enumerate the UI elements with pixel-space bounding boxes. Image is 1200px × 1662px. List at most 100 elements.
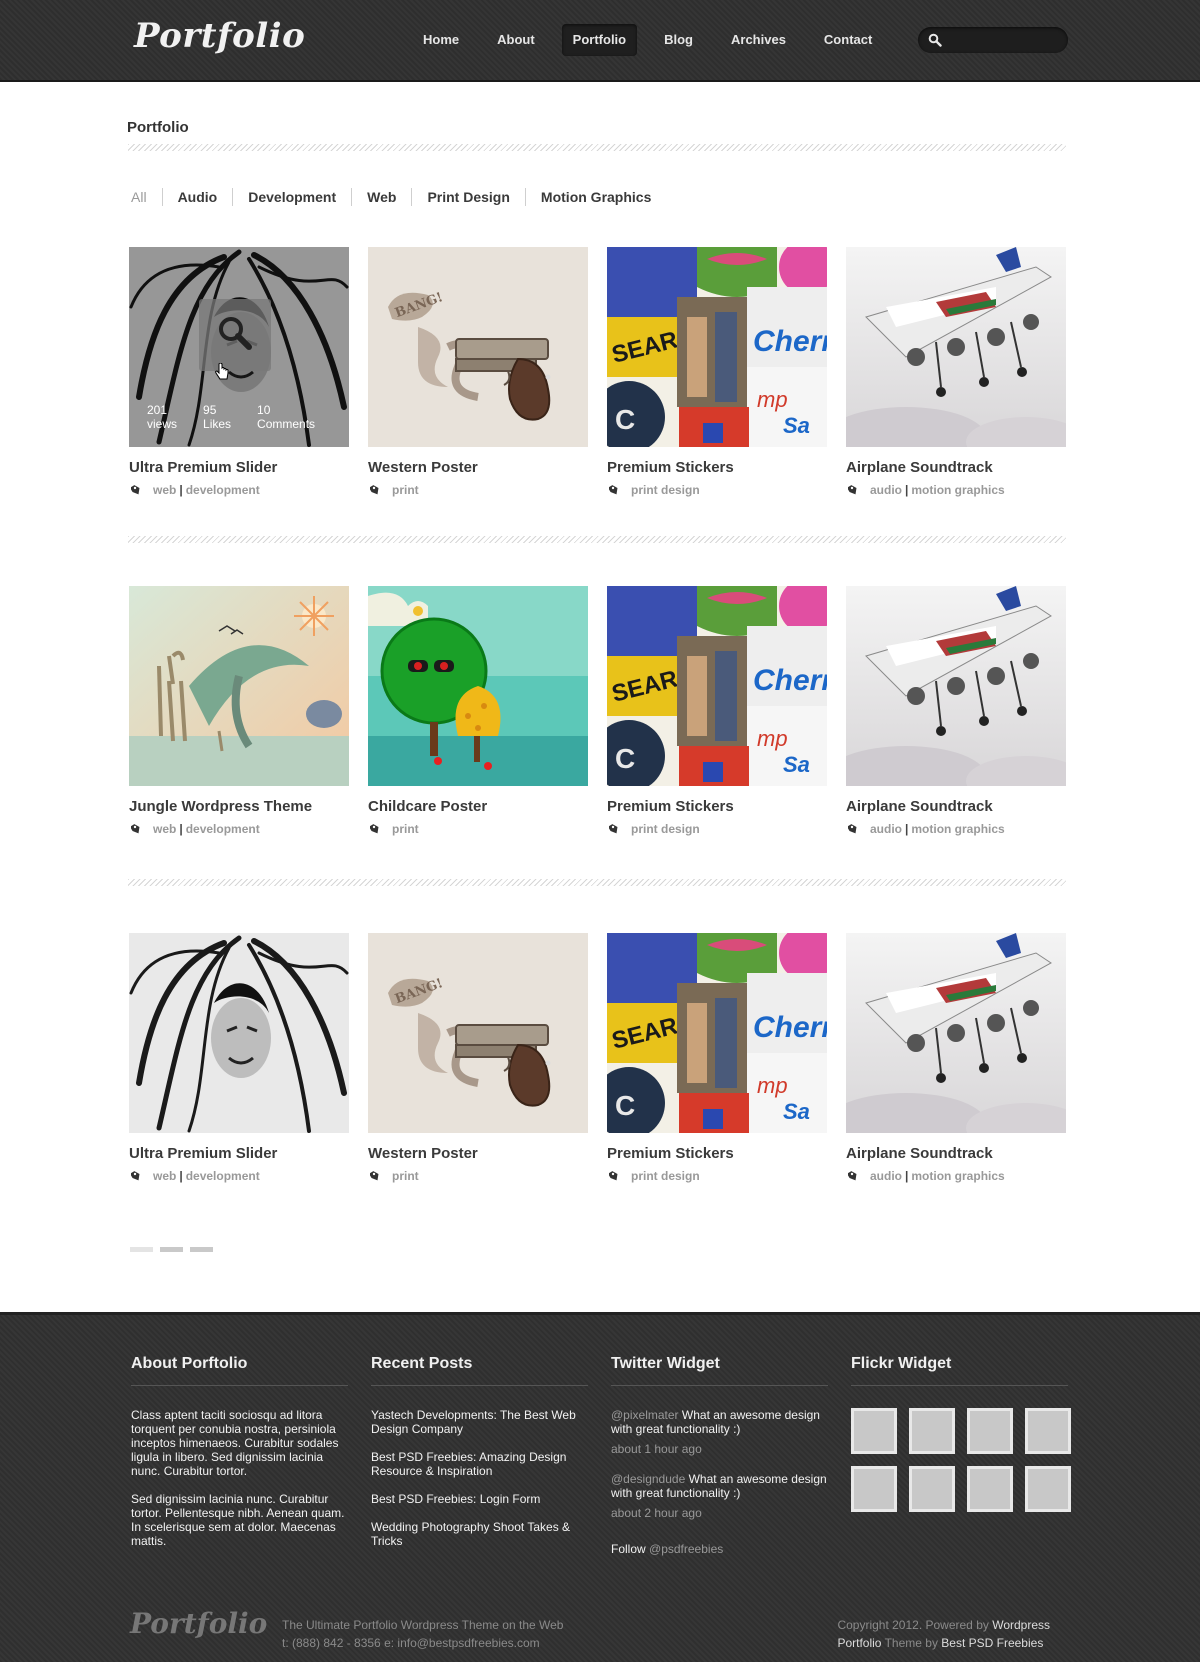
flickr-thumbnail[interactable] [909, 1408, 955, 1454]
item-title[interactable]: Ultra Premium Slider [129, 1145, 349, 1162]
tag-link[interactable]: motion graphics [911, 1169, 1004, 1183]
theme-link[interactable]: Portfolio [837, 1636, 881, 1650]
item-title[interactable]: Western Poster [368, 459, 588, 476]
tweet-handle[interactable]: @designdude [611, 1472, 685, 1486]
tag-separator: | [179, 483, 183, 497]
nav-contact[interactable]: Contact [813, 24, 883, 56]
flickr-thumbnail[interactable] [1025, 1466, 1071, 1512]
tag-link[interactable]: development [186, 1169, 260, 1183]
tag-link[interactable]: web [153, 483, 176, 497]
tag-link[interactable]: web [153, 822, 176, 836]
flickr-thumbnail[interactable] [1025, 1408, 1071, 1454]
portfolio-item[interactable]: Airplane Soundtrack audio | motion graphic… [846, 586, 1066, 836]
portfolio-item[interactable]: Ultra Premium Slider web | development [129, 933, 349, 1183]
item-title[interactable]: Childcare Poster [368, 798, 588, 815]
nav-home[interactable]: Home [412, 24, 470, 56]
filter-web[interactable]: Web [351, 188, 411, 206]
recent-post-link[interactable]: Best PSD Freebies: Login Form [371, 1492, 588, 1506]
nav-about[interactable]: About [486, 24, 546, 56]
portfolio-thumbnail[interactable]: SEARCH Cherr mp Sa C [607, 933, 827, 1133]
filter-development[interactable]: Development [232, 188, 351, 206]
tag-link[interactable]: audio [870, 822, 902, 836]
tag-link[interactable]: print [392, 1169, 419, 1183]
tag-link[interactable]: motion graphics [911, 483, 1004, 497]
portfolio-thumbnail[interactable] [846, 247, 1066, 447]
site-logo[interactable]: Portfolio [134, 16, 305, 56]
tag-link[interactable]: web [153, 1169, 176, 1183]
portfolio-thumbnail[interactable]: SEARCH Cherr mp Sa C [607, 586, 827, 786]
tag-link[interactable]: audio [870, 1169, 902, 1183]
recent-post-link[interactable]: Best PSD Freebies: Amazing Design Resour… [371, 1450, 588, 1478]
tag-link[interactable]: print design [631, 822, 700, 836]
portfolio-thumbnail[interactable] [846, 586, 1066, 786]
tag-icon [609, 1171, 618, 1181]
portfolio-thumbnail[interactable] [846, 933, 1066, 1133]
item-title[interactable]: Airplane Soundtrack [846, 459, 1066, 476]
filter-print-design[interactable]: Print Design [411, 188, 524, 206]
tag-link[interactable]: print [392, 483, 419, 497]
flickr-thumbnail[interactable] [909, 1466, 955, 1512]
item-title[interactable]: Airplane Soundtrack [846, 798, 1066, 815]
page-2-button[interactable] [160, 1247, 183, 1252]
portfolio-item[interactable]: BANG! Western Poster print [368, 247, 588, 497]
portfolio-item[interactable]: SEARCH Cherr mp Sa C Premium Stickers pr… [607, 586, 827, 836]
portfolio-thumbnail[interactable]: 201 views 95 Likes 10 Comments [129, 247, 349, 447]
tag-link[interactable]: development [186, 483, 260, 497]
nav-blog[interactable]: Blog [653, 24, 704, 56]
footer-heading: Twitter Widget [611, 1355, 828, 1386]
portfolio-item[interactable]: SEARCH Cherr mp Sa C Premium Stickers pr… [607, 933, 827, 1183]
search-box[interactable] [918, 27, 1068, 53]
follow-link[interactable]: Follow @psdfreebies [611, 1542, 828, 1556]
filter-all[interactable]: All [128, 188, 162, 206]
portfolio-item[interactable]: BANG! Western Poster print [368, 933, 588, 1183]
page-1-button[interactable] [130, 1247, 153, 1252]
follow-handle[interactable]: @psdfreebies [649, 1542, 723, 1556]
footer-logo[interactable]: Portfolio [130, 1607, 267, 1640]
flickr-thumbnail[interactable] [851, 1466, 897, 1512]
filter-motion-graphics[interactable]: Motion Graphics [524, 188, 666, 206]
item-title[interactable]: Jungle Wordpress Theme [129, 798, 349, 815]
zoom-button[interactable] [199, 299, 271, 371]
portfolio-thumbnail[interactable]: BANG! [368, 933, 588, 1133]
tag-link[interactable]: audio [870, 483, 902, 497]
portfolio-thumbnail[interactable] [368, 586, 588, 786]
recent-post-link[interactable]: Yastech Developments: The Best Web Desig… [371, 1408, 588, 1436]
item-tags: audio | motion graphics [846, 1169, 1066, 1183]
portfolio-item[interactable]: Jungle Wordpress Theme web | development [129, 586, 349, 836]
tag-icon [848, 1171, 857, 1181]
nav-archives[interactable]: Archives [720, 24, 797, 56]
tag-link[interactable]: print design [631, 1169, 700, 1183]
page-3-button[interactable] [190, 1247, 213, 1252]
item-title[interactable]: Premium Stickers [607, 459, 827, 476]
portfolio-thumbnail[interactable]: BANG! [368, 247, 588, 447]
tag-link[interactable]: development [186, 822, 260, 836]
search-icon[interactable] [928, 33, 942, 47]
portfolio-item[interactable]: Airplane Soundtrack audio | motion graphic… [846, 247, 1066, 497]
nav-portfolio[interactable]: Portfolio [561, 24, 638, 56]
portfolio-item[interactable]: 201 views 95 Likes 10 Comments Ultra Premium S… [129, 247, 349, 497]
flickr-thumbnail[interactable] [967, 1466, 1013, 1512]
search-input[interactable] [948, 30, 1060, 50]
item-title[interactable]: Airplane Soundtrack [846, 1145, 1066, 1162]
footer-heading: About Porftolio [131, 1355, 348, 1386]
flickr-thumbnail[interactable] [967, 1408, 1013, 1454]
item-title[interactable]: Premium Stickers [607, 798, 827, 815]
tweet-handle[interactable]: @pixelmater [611, 1408, 679, 1422]
portfolio-thumbnail[interactable]: SEARCH Cherr mp Sa C [607, 247, 827, 447]
author-link[interactable]: Best PSD Freebies [941, 1636, 1043, 1650]
portfolio-item[interactable]: Childcare Poster print [368, 586, 588, 836]
item-title[interactable]: Western Poster [368, 1145, 588, 1162]
item-title[interactable]: Premium Stickers [607, 1145, 827, 1162]
recent-post-link[interactable]: Wedding Photography Shoot Takes & Tricks [371, 1520, 588, 1548]
portfolio-thumbnail[interactable] [129, 586, 349, 786]
portfolio-item[interactable]: SEARCH Cherr mp Sa C Premium Stickers pr… [607, 247, 827, 497]
tag-link[interactable]: print [392, 822, 419, 836]
flickr-thumbnail[interactable] [851, 1408, 897, 1454]
tag-link[interactable]: print design [631, 483, 700, 497]
filter-audio[interactable]: Audio [161, 188, 233, 206]
tag-link[interactable]: motion graphics [911, 822, 1004, 836]
portfolio-thumbnail[interactable] [129, 933, 349, 1133]
wordpress-link[interactable]: Wordpress [992, 1618, 1050, 1632]
portfolio-item[interactable]: Airplane Soundtrack audio | motion graphic… [846, 933, 1066, 1183]
item-title[interactable]: Ultra Premium Slider [129, 459, 349, 476]
